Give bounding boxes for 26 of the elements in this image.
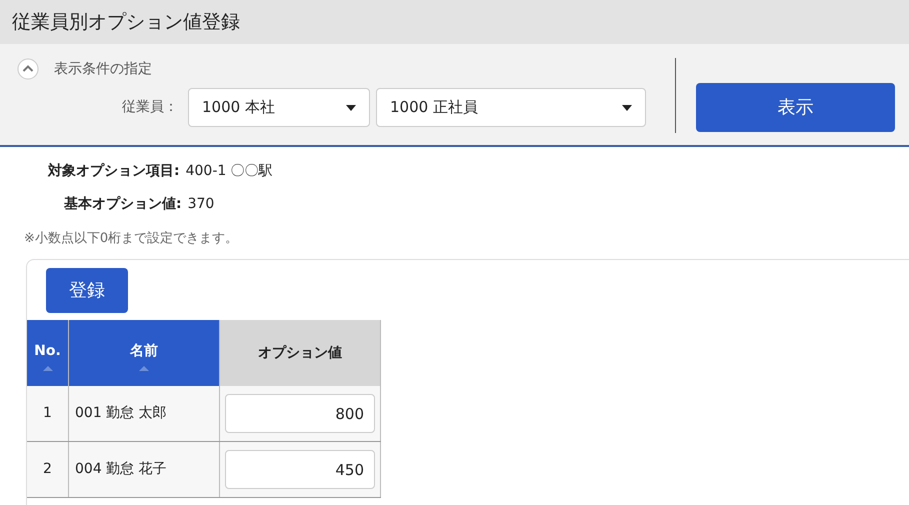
info-label: 対象オプション項目: bbox=[48, 162, 180, 181]
caret-icon bbox=[622, 104, 632, 110]
table-cell: 004 勤怠 花子 bbox=[69, 442, 220, 497]
table-cell: 2 bbox=[27, 442, 69, 497]
caret-icon bbox=[346, 104, 356, 110]
field-label: 従業員： bbox=[122, 98, 178, 117]
note-text: ※小数点以下0桁まで設定できます。 bbox=[24, 231, 238, 246]
section-heading: 表示条件の指定 bbox=[54, 60, 152, 78]
table-cell: 1 bbox=[27, 386, 69, 441]
show-button[interactable]: 表示 bbox=[696, 83, 895, 132]
dropdown[interactable]: 1000 正社員 bbox=[376, 88, 646, 127]
table-cell: 001 勤怠 太郎 bbox=[69, 386, 220, 441]
info-value: 370 bbox=[188, 195, 214, 214]
sort-icon bbox=[139, 366, 149, 371]
info-value: 400-1 〇〇駅 bbox=[186, 162, 273, 181]
column-header: オプション値 bbox=[220, 320, 381, 386]
input-field[interactable]: 800 bbox=[225, 394, 375, 433]
collapse-icon[interactable] bbox=[17, 58, 39, 80]
info-label: 基本オプション値: bbox=[64, 195, 182, 214]
input-field[interactable]: 450 bbox=[225, 450, 375, 489]
dropdown[interactable]: 1000 本社 bbox=[188, 88, 370, 127]
column-header[interactable]: No. bbox=[27, 320, 69, 386]
column-header[interactable]: 名前 bbox=[69, 320, 220, 386]
window-title: 従業員別オプション値登録 bbox=[12, 10, 240, 35]
register-button[interactable]: 登録 bbox=[46, 268, 128, 313]
sort-icon bbox=[42, 366, 52, 371]
